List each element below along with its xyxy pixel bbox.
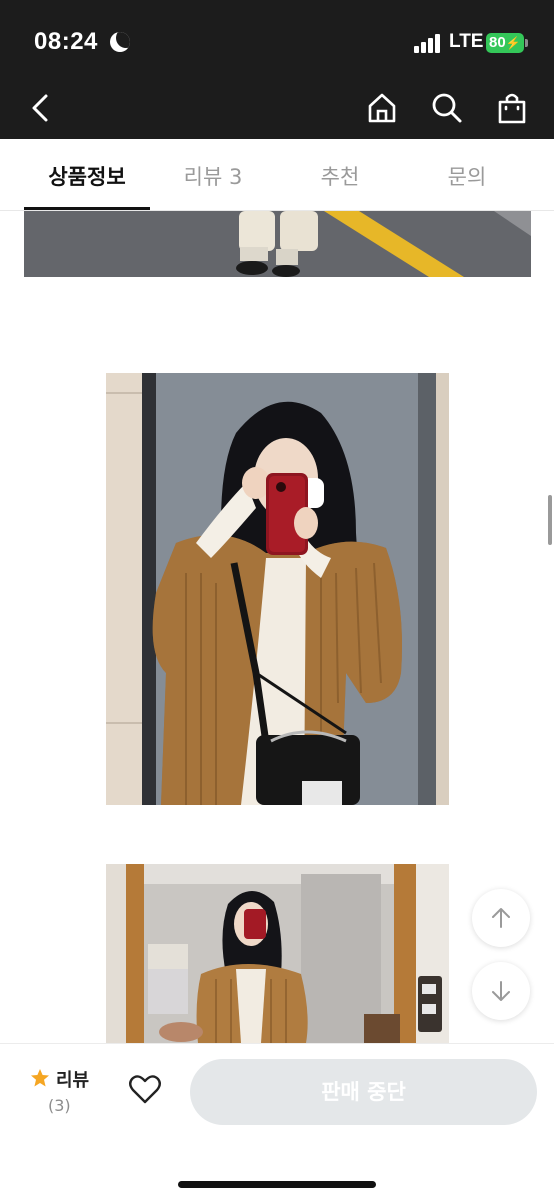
tab-reviews[interactable]: 리뷰 3 (150, 139, 276, 211)
moon-icon (110, 32, 130, 52)
review-label: 리뷰 (56, 1070, 90, 1091)
product-photo (24, 211, 531, 277)
review-summary[interactable]: 리뷰 (3) (28, 1064, 108, 1124)
scroll-down-button[interactable] (472, 962, 530, 1020)
review-count: (3) (48, 1096, 71, 1115)
arrow-down-icon (492, 981, 510, 1001)
battery-level: 80 (489, 34, 506, 51)
heart-icon (129, 1075, 161, 1104)
tab-recommend[interactable]: 추천 (277, 139, 403, 211)
nav-bar (0, 80, 554, 139)
scrollbar[interactable] (548, 495, 552, 545)
home-indicator (178, 1181, 376, 1188)
like-button[interactable] (128, 1072, 162, 1106)
battery-icon: 80⚡ (486, 33, 524, 53)
tab-product-info[interactable]: 상품정보 (24, 139, 150, 211)
product-photo (106, 864, 449, 1043)
network-type: LTE (449, 31, 484, 52)
scroll-up-button[interactable] (472, 889, 530, 947)
signal-icon (414, 33, 444, 53)
bottom-action-bar: 리뷰 (3) 판매 중단 (0, 1043, 554, 1200)
search-icon[interactable] (427, 88, 467, 128)
status-bar: 08:24 LTE 80⚡ (0, 0, 554, 80)
back-icon[interactable] (20, 88, 60, 128)
product-detail-content[interactable] (0, 211, 554, 1043)
tab-inquiry[interactable]: 문의 (404, 139, 530, 211)
active-tab-indicator (24, 207, 150, 210)
home-icon[interactable] (362, 88, 402, 128)
sale-stopped-button[interactable]: 판매 중단 (190, 1059, 537, 1125)
product-photo (106, 373, 449, 805)
arrow-up-icon (492, 908, 510, 928)
status-time: 08:24 (34, 28, 98, 55)
star-icon (31, 1069, 49, 1087)
shopping-bag-icon[interactable] (492, 88, 532, 128)
tab-bar: 상품정보 리뷰 3 추천 문의 (0, 139, 554, 211)
battery-tip (525, 39, 528, 47)
